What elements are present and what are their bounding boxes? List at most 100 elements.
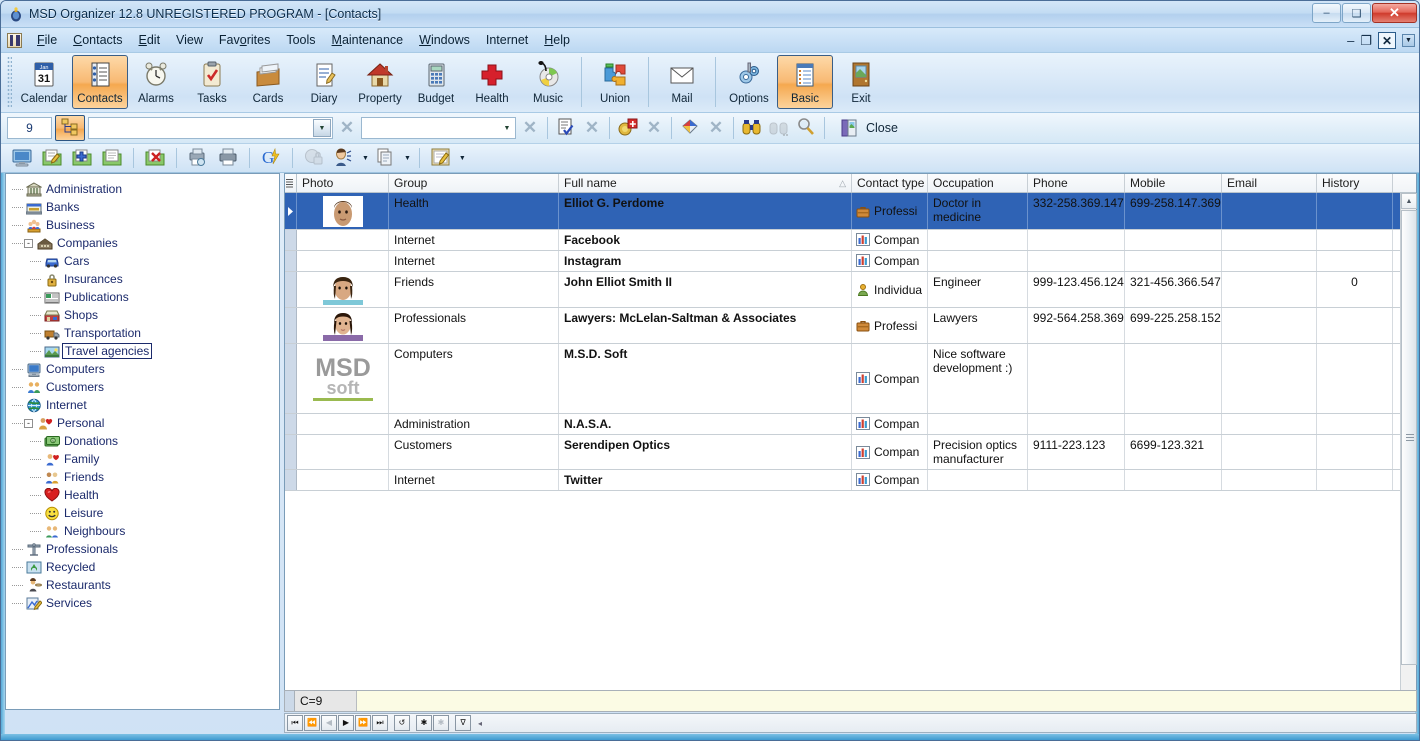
tree-item-travel-agencies[interactable]: Travel agencies <box>12 342 277 360</box>
edit-record-button[interactable] <box>39 146 65 170</box>
tree-item-family[interactable]: Family <box>12 450 277 468</box>
grid-column-header-history[interactable]: History <box>1317 174 1393 192</box>
tree-item-insurances[interactable]: Insurances <box>12 270 277 288</box>
last-record-button[interactable]: ⏭ <box>372 715 388 731</box>
clear-name-filter-button[interactable]: ✕ <box>519 117 541 139</box>
toolbar-button-calendar[interactable]: Jan 31 Calendar <box>16 55 72 109</box>
tree-item-cars[interactable]: Cars <box>12 252 277 270</box>
country-filter-button[interactable] <box>616 116 640 140</box>
tree-item-personal[interactable]: - Personal <box>12 414 277 432</box>
prior-page-button[interactable]: ⏪ <box>304 715 320 731</box>
menu-edit[interactable]: Edit <box>131 30 169 50</box>
refresh-button[interactable]: ↺ <box>394 715 410 731</box>
tree-item-restaurants[interactable]: Restaurants <box>12 576 277 594</box>
table-row[interactable]: Customers Serendipen Optics Compan Precisio… <box>285 435 1416 470</box>
tree-item-companies[interactable]: - Companies <box>12 234 277 252</box>
name-filter-combo[interactable]: ▼ <box>361 117 516 139</box>
groups-tree-panel[interactable]: Administration Banks Business - Companies Car… <box>5 173 280 710</box>
find-more-button[interactable] <box>767 116 791 140</box>
tree-item-friends[interactable]: Friends <box>12 468 277 486</box>
close-form-button[interactable]: Close <box>831 116 904 140</box>
tree-item-administration[interactable]: Administration <box>12 180 277 198</box>
google-search-button[interactable]: G <box>258 146 284 170</box>
table-row[interactable]: MSD soft Computers M.S.D. Soft Compan Nice so… <box>285 344 1416 414</box>
toolbar-button-mail[interactable]: Mail <box>654 55 710 109</box>
tree-expander-minus-icon[interactable]: - <box>24 418 33 428</box>
toolbar-button-music[interactable]: Music <box>520 55 576 109</box>
clear-group-filter-button[interactable]: ✕ <box>336 117 358 139</box>
chevron-down-icon[interactable]: ▼ <box>500 119 514 137</box>
grid-column-header-phone[interactable]: Phone <box>1028 174 1125 192</box>
toolbar-button-basic[interactable]: Basic <box>777 55 833 109</box>
maximize-button[interactable]: ❑ <box>1342 3 1371 23</box>
menu-help[interactable]: Help <box>536 30 578 50</box>
tree-expander-minus-icon[interactable]: - <box>24 238 33 248</box>
delete-record-button[interactable] <box>142 146 168 170</box>
group-tree-toggle-button[interactable] <box>55 115 85 141</box>
toolbar-button-alarms[interactable]: Alarms <box>128 55 184 109</box>
next-record-button[interactable]: ▶ <box>338 715 354 731</box>
toolbar-button-tasks[interactable]: Tasks <box>184 55 240 109</box>
copy-document-button[interactable] <box>373 146 399 170</box>
tree-item-services[interactable]: Services <box>12 594 277 612</box>
nav-resize-handle[interactable]: ◂ <box>478 719 482 728</box>
toolbar-button-cards[interactable]: Cards <box>240 55 296 109</box>
print-preview-button[interactable] <box>185 146 211 170</box>
scroll-up-button[interactable]: ▲ <box>1401 193 1417 209</box>
chevron-down-icon[interactable]: ▼ <box>362 155 369 162</box>
group-filter-combo[interactable]: ▼ <box>88 117 333 139</box>
grid-column-header-photo[interactable]: Photo <box>297 174 389 192</box>
clear-contact-type-filter-button[interactable]: ✕ <box>581 117 603 139</box>
table-row[interactable]: Internet Twitter Compan <box>285 470 1416 491</box>
menu-favorites[interactable]: Favorites <box>211 30 278 50</box>
contact-type-filter-button[interactable] <box>554 116 578 140</box>
clear-country-filter-button[interactable]: ✕ <box>643 117 665 139</box>
contact-speak-button[interactable] <box>331 146 357 170</box>
tree-item-internet[interactable]: Internet <box>12 396 277 414</box>
tree-item-neighbours[interactable]: Neighbours <box>12 522 277 540</box>
find-button[interactable] <box>740 116 764 140</box>
table-row[interactable]: Professionals Lawyers: McLelan-Saltman & … <box>285 308 1416 344</box>
grid-vertical-scrollbar[interactable]: ▲ <box>1400 193 1417 709</box>
toolbar-button-contacts[interactable]: Contacts <box>72 55 128 109</box>
tree-item-customers[interactable]: Customers <box>12 378 277 396</box>
table-row[interactable]: Administration N.A.S.A. Compan <box>285 414 1416 435</box>
tree-item-business[interactable]: Business <box>12 216 277 234</box>
tree-item-donations[interactable]: $ Donations <box>12 432 277 450</box>
toolbar-button-diary[interactable]: Diary <box>296 55 352 109</box>
tree-item-banks[interactable]: Banks <box>12 198 277 216</box>
first-record-button[interactable]: ⏮ <box>287 715 303 731</box>
globe-lock-button[interactable] <box>301 146 327 170</box>
toolbar-button-options[interactable]: Options <box>721 55 777 109</box>
minimize-button[interactable]: – <box>1312 3 1341 23</box>
new-record-button[interactable]: ✱ <box>416 715 432 731</box>
table-row[interactable]: Friends John Elliot Smith II Individua Engi… <box>285 272 1416 308</box>
notes-edit-button[interactable] <box>428 146 454 170</box>
chevron-down-icon[interactable]: ▼ <box>313 119 331 137</box>
table-row[interactable]: Health Elliot G. Perdome Professi Doctor in… <box>285 193 1416 230</box>
toolbar-button-exit[interactable]: Exit <box>833 55 889 109</box>
mdi-restore-icon[interactable]: ❐ <box>1360 34 1372 47</box>
menu-maintenance[interactable]: Maintenance <box>324 30 412 50</box>
toolbar-button-health[interactable]: Health <box>464 55 520 109</box>
mdi-dropdown-button[interactable]: ▼ <box>1402 34 1415 47</box>
toolbar-button-property[interactable]: Property <box>352 55 408 109</box>
toolbar-grip[interactable] <box>7 56 12 108</box>
mdi-close-button[interactable]: ✕ <box>1378 32 1396 49</box>
menu-tools[interactable]: Tools <box>278 30 323 50</box>
close-button[interactable]: ✕ <box>1372 3 1417 23</box>
grid-column-header-contact-type[interactable]: Contact type <box>852 174 928 192</box>
tree-item-professionals[interactable]: Professionals <box>12 540 277 558</box>
tree-item-health[interactable]: Health <box>12 486 277 504</box>
clear-category-filter-button[interactable]: ✕ <box>705 117 727 139</box>
grid-column-header-email[interactable]: Email <box>1222 174 1317 192</box>
tree-item-transportation[interactable]: Transportation <box>12 324 277 342</box>
tree-item-recycled[interactable]: Recycled <box>12 558 277 576</box>
print-button[interactable] <box>215 146 241 170</box>
grid-column-header-full-name[interactable]: Full name △ <box>559 174 852 192</box>
folder-record-button[interactable] <box>99 146 125 170</box>
menu-view[interactable]: View <box>168 30 211 50</box>
grid-column-header-occupation[interactable]: Occupation <box>928 174 1028 192</box>
grid-column-header-mobile[interactable]: Mobile <box>1125 174 1222 192</box>
magnifier-button[interactable] <box>794 116 818 140</box>
